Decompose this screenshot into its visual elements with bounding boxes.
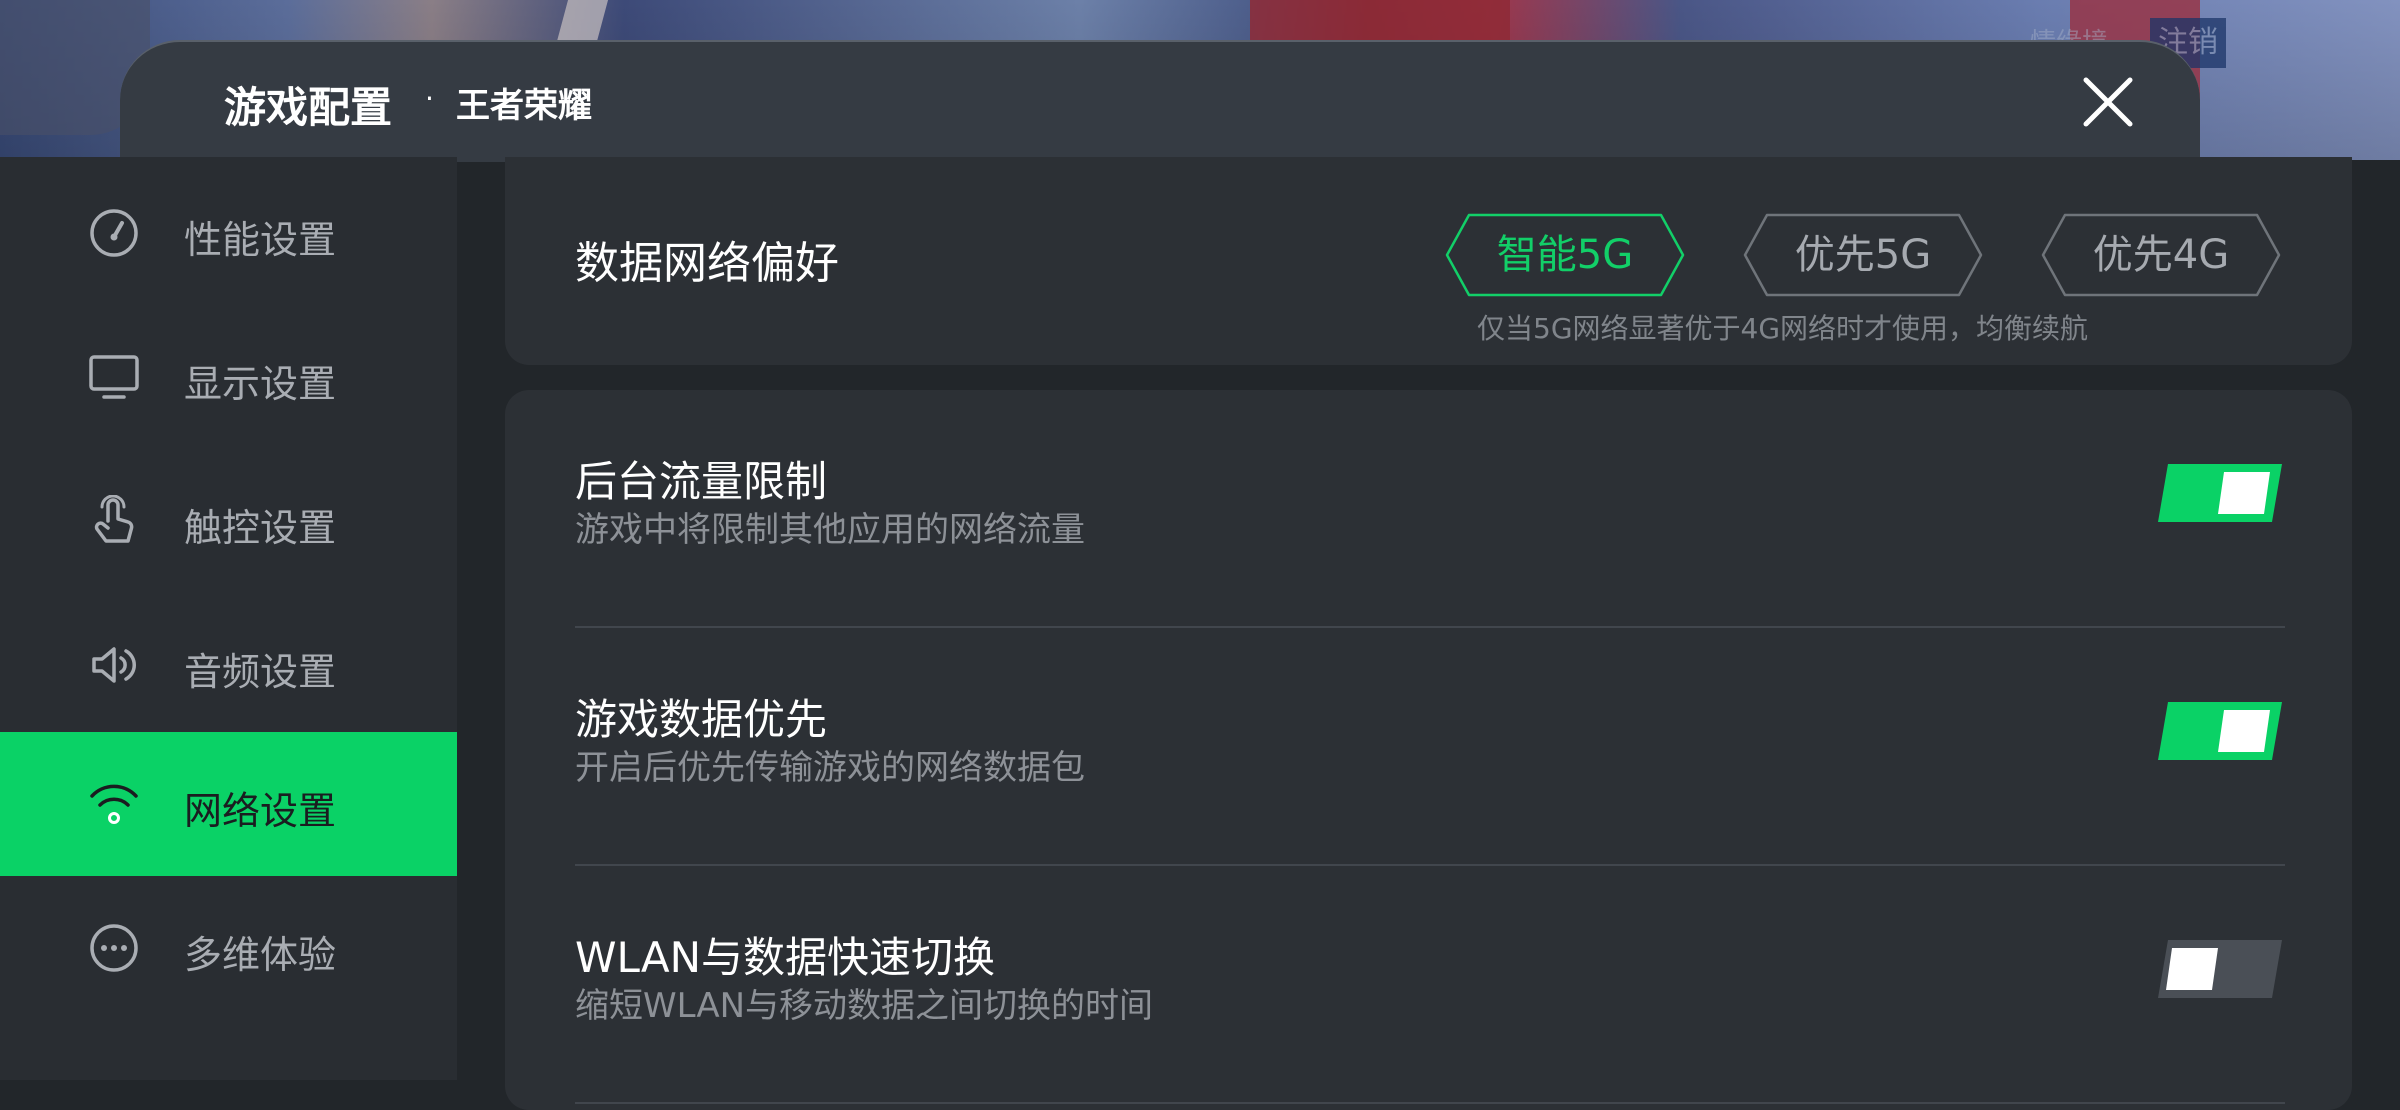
setting-row-wlan-fast-switch: WLAN与数据快速切换 缩短WLAN与移动数据之间切换的时间	[575, 866, 2285, 1104]
setting-row-background-traffic: 后台流量限制 游戏中将限制其他应用的网络流量	[575, 390, 2285, 628]
dialog-header: 游戏配置 · 王者荣耀	[120, 40, 2200, 162]
setting-description: 游戏中将限制其他应用的网络流量	[575, 510, 1085, 550]
page-title: 游戏配置	[224, 83, 393, 132]
sidebar-item-network[interactable]: 网络设置	[0, 732, 457, 876]
sidebar-item-label: 网络设置	[184, 789, 337, 833]
game-name: 王者荣耀	[456, 86, 592, 126]
speedometer-icon	[90, 209, 138, 257]
sidebar-item-display[interactable]: 显示设置	[0, 305, 457, 449]
sidebar-item-touch[interactable]: 触控设置	[0, 449, 457, 593]
sidebar-item-experience[interactable]: 多维体验	[0, 876, 457, 1020]
sidebar-item-performance[interactable]: 性能设置	[0, 161, 457, 305]
network-preference-hint: 仅当5G网络显著优于4G网络时才使用，均衡续航	[1477, 312, 2089, 345]
game-data-priority-toggle[interactable]	[2158, 702, 2282, 760]
setting-description: 缩短WLAN与移动数据之间切换的时间	[575, 986, 1154, 1026]
divider	[575, 1102, 2285, 1104]
wlan-fast-switch-toggle[interactable]	[2158, 940, 2282, 998]
option-label: 智能5G	[1496, 232, 1634, 278]
wifi-icon	[90, 784, 138, 824]
close-icon	[2083, 77, 2133, 127]
more-dots-icon	[90, 924, 138, 972]
setting-title: 后台流量限制	[575, 457, 828, 506]
monitor-icon	[89, 355, 139, 399]
option-label: 优先4G	[2092, 232, 2230, 278]
setting-row-game-data-priority: 游戏数据优先 开启后优先传输游戏的网络数据包	[575, 628, 2285, 866]
sidebar-item-label: 音频设置	[184, 650, 337, 694]
sidebar: 性能设置 显示设置 触控设置 音频设置 网络设置 多维体验	[0, 157, 457, 1080]
network-preference-label: 数据网络偏好	[575, 238, 839, 289]
sidebar-item-label: 多维体验	[184, 933, 337, 977]
network-settings-card: 后台流量限制 游戏中将限制其他应用的网络流量 游戏数据优先 开启后优先传输游戏的…	[505, 390, 2352, 1110]
sidebar-item-label: 显示设置	[184, 362, 337, 406]
setting-description: 开启后优先传输游戏的网络数据包	[575, 748, 1085, 788]
sidebar-item-audio[interactable]: 音频设置	[0, 593, 457, 737]
option-prefer-5g[interactable]: 优先5G	[1743, 213, 1983, 297]
title-separator: ·	[425, 82, 434, 115]
option-label: 优先5G	[1794, 232, 1932, 278]
setting-title: 游戏数据优先	[575, 695, 828, 744]
sidebar-item-label: 触控设置	[184, 506, 337, 550]
close-button[interactable]	[2080, 74, 2136, 130]
option-prefer-4g[interactable]: 优先4G	[2041, 213, 2281, 297]
network-preference-card: 数据网络偏好 智能5G 优先5G 优先4G 仅当5G网络显著优于4G网络时才使用…	[505, 157, 2352, 365]
sidebar-item-label: 性能设置	[184, 218, 337, 262]
background-traffic-toggle[interactable]	[2158, 464, 2282, 522]
option-smart-5g[interactable]: 智能5G	[1445, 213, 1685, 297]
setting-title: WLAN与数据快速切换	[575, 933, 996, 982]
speaker-icon	[92, 647, 136, 683]
touch-hand-icon	[94, 495, 134, 543]
